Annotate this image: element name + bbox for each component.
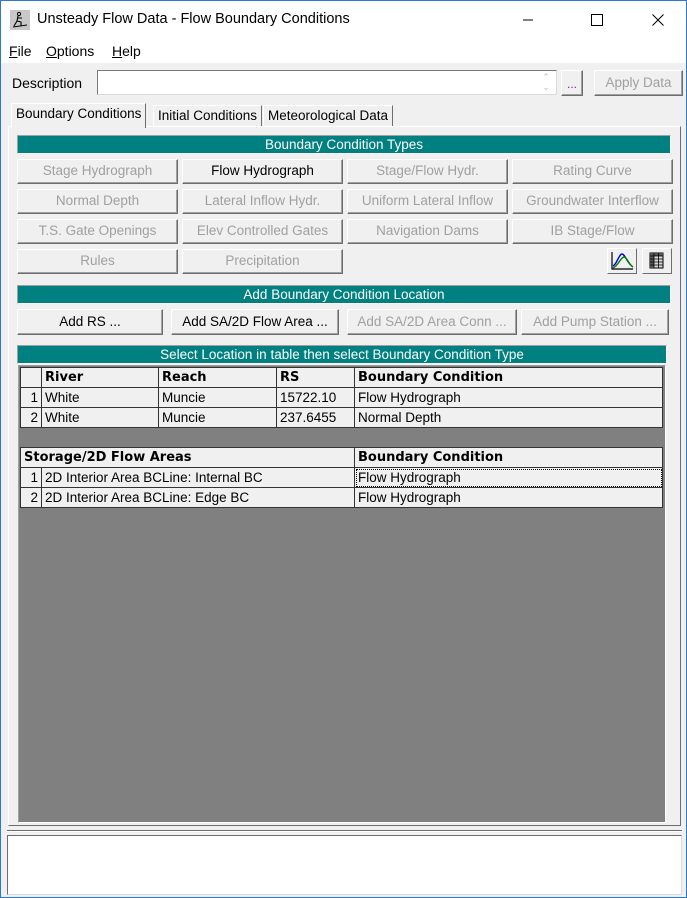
bc-type-button-navigation-dams[interactable]: Navigation Dams xyxy=(347,219,508,244)
row-number[interactable]: 2 xyxy=(20,407,42,428)
minimize-button[interactable] xyxy=(505,1,551,39)
menu-help-label: elp xyxy=(122,43,141,59)
bc-type-button-elev-controlled-gates[interactable]: Elev Controlled Gates xyxy=(182,219,343,244)
add-location-header: Add Boundary Condition Location xyxy=(17,285,671,304)
row-number[interactable]: 2 xyxy=(20,487,42,508)
separator xyxy=(7,830,682,832)
column-header-storage-areas: Storage/2D Flow Areas xyxy=(20,447,355,468)
cell-storage-area[interactable]: 2D Interior Area BCLine: Edge BC xyxy=(41,487,355,508)
cell-boundary-condition[interactable]: Flow Hydrograph xyxy=(354,487,663,508)
maximize-button[interactable] xyxy=(574,1,620,39)
storage-area-table: Storage/2D Flow Areas Boundary Condition… xyxy=(20,447,663,508)
menu-bar: File Options Help xyxy=(1,39,686,63)
bc-type-button-rating-curve[interactable]: Rating Curve xyxy=(512,159,673,184)
spin-down-icon: ⌄ xyxy=(542,82,550,92)
unsteady-flow-window: Unsteady Flow Data - Flow Boundary Condi… xyxy=(0,0,687,898)
column-header-reach: Reach xyxy=(158,367,277,388)
apply-data-button[interactable]: Apply Data xyxy=(594,70,683,96)
cell-reach[interactable]: Muncie xyxy=(158,407,277,428)
minimize-icon xyxy=(523,19,533,21)
add-sa-2d-area-conn-button[interactable]: Add SA/2D Area Conn ... xyxy=(347,309,517,335)
add-sa-2d-flow-area-button[interactable]: Add SA/2D Flow Area ... xyxy=(171,309,339,335)
row-number-header xyxy=(20,367,42,388)
title-bar: Unsteady Flow Data - Flow Boundary Condi… xyxy=(1,1,686,39)
message-box[interactable] xyxy=(7,835,682,895)
bc-type-button-precipitation[interactable]: Precipitation xyxy=(182,249,343,274)
bc-type-button-stage-hydrograph[interactable]: Stage Hydrograph xyxy=(17,159,178,184)
close-icon xyxy=(652,14,664,26)
river-reach-table: River Reach RS Boundary Condition 1 Whit… xyxy=(20,367,663,428)
cell-rs[interactable]: 237.6455 xyxy=(276,407,355,428)
hec-ras-person-icon xyxy=(10,10,30,30)
menu-options-label: ptions xyxy=(56,43,95,59)
add-pump-station-button[interactable]: Add Pump Station ... xyxy=(521,309,669,335)
tab-initial-conditions[interactable]: Initial Conditions xyxy=(153,105,263,127)
column-header-boundary-condition: Boundary Condition xyxy=(354,367,663,388)
bc-type-button-t-s-gate-openings[interactable]: T.S. Gate Openings xyxy=(17,219,178,244)
add-rs-button[interactable]: Add RS ... xyxy=(17,309,163,335)
bc-type-button-lateral-inflow-hydr[interactable]: Lateral Inflow Hydr. xyxy=(182,189,343,214)
table-header-row: Storage/2D Flow Areas Boundary Condition xyxy=(20,447,663,468)
menu-options[interactable]: Options xyxy=(46,43,94,59)
bc-type-button-ib-stage-flow[interactable]: IB Stage/Flow xyxy=(512,219,673,244)
cell-boundary-condition[interactable]: Flow Hydrograph xyxy=(354,387,663,408)
menu-help-mnemonic: H xyxy=(112,43,123,59)
plot-button[interactable] xyxy=(607,248,637,274)
plot-hydrograph-icon xyxy=(611,252,634,270)
bc-type-button-flow-hydrograph[interactable]: Flow Hydrograph xyxy=(182,159,343,184)
table-icon xyxy=(649,252,664,269)
bc-types-header: Boundary Condition Types xyxy=(17,135,671,154)
location-table-header: Select Location in table then select Bou… xyxy=(17,345,667,364)
bc-type-button-rules[interactable]: Rules xyxy=(17,249,178,274)
menu-file-label: ile xyxy=(17,43,32,59)
cell-river[interactable]: White xyxy=(41,387,159,408)
menu-options-mnemonic: O xyxy=(46,43,57,59)
bc-type-button-normal-depth[interactable]: Normal Depth xyxy=(17,189,178,214)
table-row[interactable]: 1 White Muncie 15722.10 Flow Hydrograph xyxy=(20,387,663,408)
table-row[interactable]: 2 White Muncie 237.6455 Normal Depth xyxy=(20,407,663,428)
table-header-row: River Reach RS Boundary Condition xyxy=(20,367,663,388)
menu-file-mnemonic: F xyxy=(9,43,18,59)
table-row[interactable]: 1 2D Interior Area BCLine: Internal BC F… xyxy=(20,467,663,488)
column-header-boundary-condition: Boundary Condition xyxy=(354,447,663,468)
cell-boundary-condition-focused[interactable]: Flow Hydrograph xyxy=(354,467,663,488)
spin-up-icon: ⌃ xyxy=(542,72,550,82)
column-header-rs: RS xyxy=(276,367,355,388)
window-title: Unsteady Flow Data - Flow Boundary Condi… xyxy=(37,11,350,27)
cell-storage-area[interactable]: 2D Interior Area BCLine: Internal BC xyxy=(41,467,355,488)
menu-help[interactable]: Help xyxy=(112,43,141,59)
description-spinner[interactable]: ⌃ ⌄ xyxy=(538,72,554,93)
tab-boundary-conditions[interactable]: Boundary Conditions xyxy=(11,103,147,128)
close-button[interactable] xyxy=(635,1,681,39)
browse-description-button[interactable]: ... xyxy=(561,70,583,96)
row-number[interactable]: 1 xyxy=(20,467,42,488)
row-number[interactable]: 1 xyxy=(20,387,42,408)
cell-river[interactable]: White xyxy=(41,407,159,428)
bc-type-button-uniform-lateral-inflow[interactable]: Uniform Lateral Inflow xyxy=(347,189,508,214)
maximize-icon xyxy=(591,14,603,26)
tab-meteorological-data[interactable]: Meteorological Data xyxy=(263,105,394,127)
bc-type-button-stage-flow-hydr[interactable]: Stage/Flow Hydr. xyxy=(347,159,508,184)
table-button[interactable] xyxy=(642,248,672,274)
bc-type-button-groundwater-interflow[interactable]: Groundwater Interflow xyxy=(512,189,673,214)
cell-reach[interactable]: Muncie xyxy=(158,387,277,408)
location-grid: River Reach RS Boundary Condition 1 Whit… xyxy=(18,365,666,823)
cell-boundary-condition[interactable]: Normal Depth xyxy=(354,407,663,428)
menu-file[interactable]: File xyxy=(9,43,32,59)
column-header-river: River xyxy=(41,367,159,388)
description-input[interactable]: ⌃ ⌄ xyxy=(97,70,557,95)
table-row[interactable]: 2 2D Interior Area BCLine: Edge BC Flow … xyxy=(20,487,663,508)
cell-rs[interactable]: 15722.10 xyxy=(276,387,355,408)
description-label: Description xyxy=(12,75,83,91)
